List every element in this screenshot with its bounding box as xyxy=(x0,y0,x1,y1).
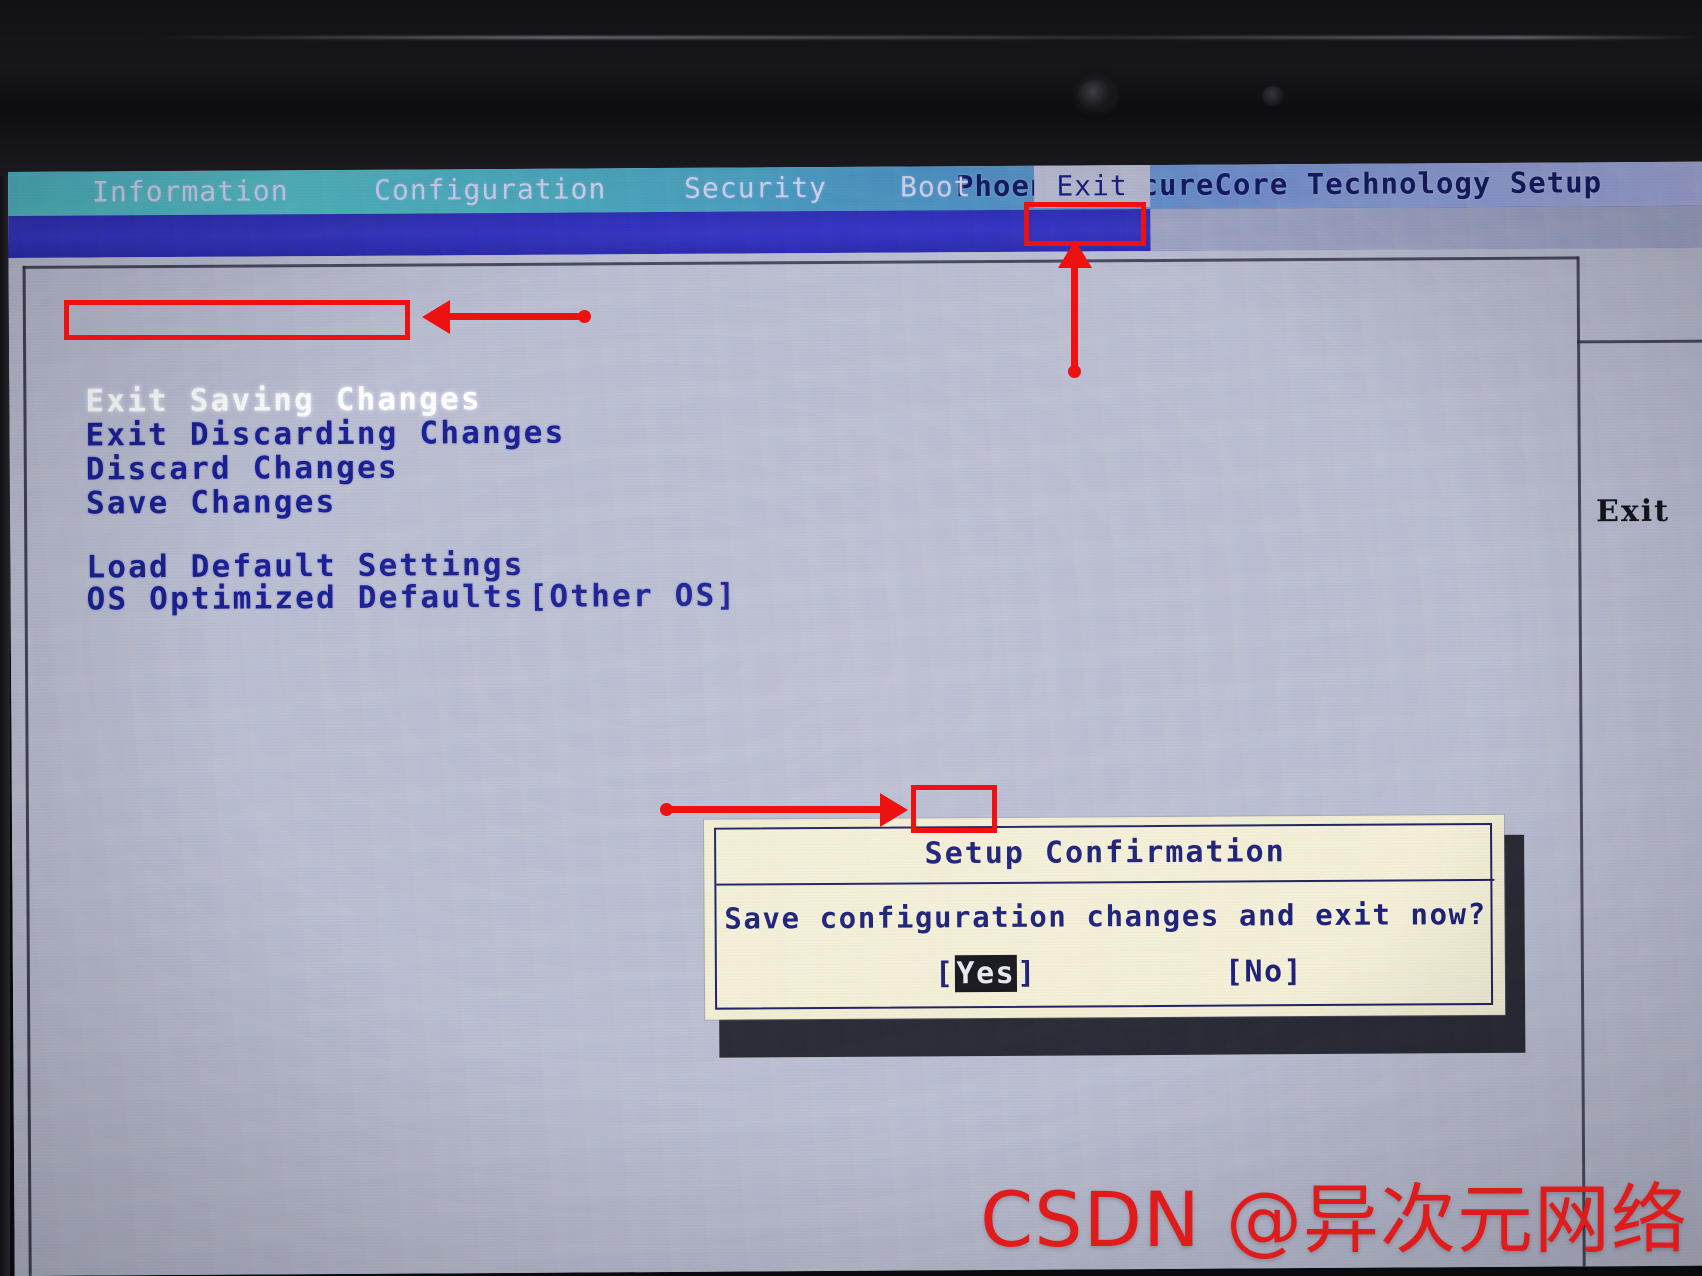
tab-exit[interactable]: Exit xyxy=(1033,165,1151,208)
help-panel-title: Exit xyxy=(1595,493,1671,530)
tab-boot[interactable]: Boot xyxy=(900,166,972,208)
tab-configuration[interactable]: Configuration xyxy=(374,168,606,211)
laptop-photo-scene: Phoenix SecureCore Technology Setup Info… xyxy=(0,0,1702,1276)
csdn-watermark: CSDN @异次元网络 xyxy=(980,1175,1688,1264)
bios-screen: Phoenix SecureCore Technology Setup Info… xyxy=(8,161,1702,1276)
yes-bracket-open: [ xyxy=(934,956,955,992)
dialog-no-button[interactable]: [No] xyxy=(1225,954,1303,989)
tab-information[interactable]: Information xyxy=(92,170,289,213)
menu-option-save-changes[interactable]: Save Changes xyxy=(86,484,337,522)
dialog-inner-frame: Setup Confirmation Save configuration ch… xyxy=(714,822,1495,1010)
dialog-yes-button[interactable]: [Yes] xyxy=(934,954,1037,993)
bezel-glint xyxy=(150,36,1702,39)
menubar-tail xyxy=(1150,205,1702,252)
setup-confirmation-dialog: Setup Confirmation Save configuration ch… xyxy=(703,814,1506,1020)
menu-option-discard-changes[interactable]: Discard Changes xyxy=(86,450,399,488)
webcam-led-icon xyxy=(1262,86,1284,106)
dialog-title-rule xyxy=(716,878,1495,886)
yes-bracket-close: ] xyxy=(1017,955,1037,991)
webcam-icon xyxy=(1078,80,1114,110)
dialog-title: Setup Confirmation xyxy=(924,834,1286,872)
menu-option-os-optimized-defaults[interactable]: OS Optimized Defaults xyxy=(87,579,525,618)
tab-security[interactable]: Security xyxy=(684,167,827,210)
laptop-bezel-top xyxy=(0,0,1702,176)
dialog-message: Save configuration changes and exit now? xyxy=(724,896,1487,936)
menu-option-os-optimized-defaults-value[interactable]: [Other OS] xyxy=(528,578,737,615)
menu-option-exit-saving-changes[interactable]: Exit Saving Changes xyxy=(85,381,482,419)
yes-label: Yes xyxy=(954,954,1018,993)
menu-option-exit-discarding-changes[interactable]: Exit Discarding Changes xyxy=(86,415,566,454)
